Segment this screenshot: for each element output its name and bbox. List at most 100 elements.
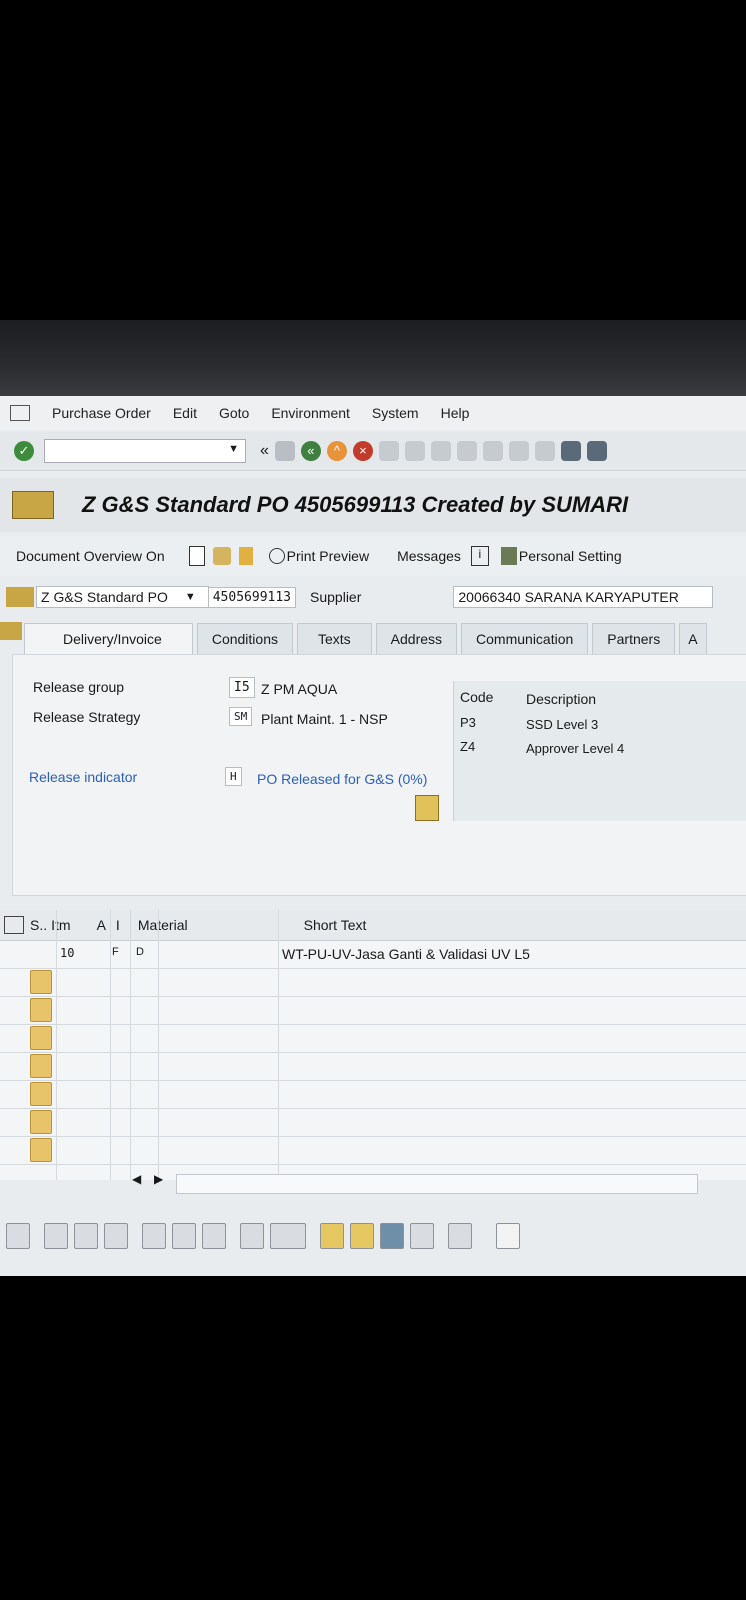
personal-setting-icon[interactable] (500, 547, 517, 565)
unlock-icon[interactable] (202, 1223, 226, 1249)
col-material-header[interactable]: Material (138, 917, 188, 933)
table-row[interactable] (0, 1080, 746, 1109)
new-document-icon[interactable] (188, 546, 205, 566)
layout-icon[interactable] (4, 916, 24, 934)
release-indicator-label[interactable]: Release indicator (29, 769, 137, 785)
cancel-icon[interactable]: × (352, 441, 373, 461)
short-text[interactable]: WT-PU-UV-Jasa Ganti & Validasi UV L5 (282, 946, 530, 962)
tab-delivery-invoice[interactable]: Delivery/Invoice (24, 623, 193, 654)
last-page-icon[interactable] (534, 441, 555, 461)
col-a-header[interactable]: A (97, 917, 106, 933)
menu-environment[interactable]: Environment (271, 405, 350, 421)
tab-more[interactable]: A (679, 623, 707, 654)
tab-address[interactable]: Address (375, 623, 458, 654)
row-selector[interactable] (30, 942, 50, 964)
collapse-header-icon[interactable] (0, 622, 22, 640)
table-row[interactable] (0, 1136, 746, 1165)
item-details-icon[interactable] (6, 1223, 30, 1249)
row-selector[interactable] (30, 1110, 52, 1134)
row-selector[interactable] (30, 1138, 52, 1162)
scroll-right-icon[interactable]: ▶ (154, 1172, 163, 1186)
table-row[interactable] (0, 968, 746, 997)
chevron-down-icon[interactable]: ▼ (185, 591, 196, 603)
menu-icon[interactable] (10, 405, 30, 421)
exit-icon[interactable]: ^ (326, 441, 347, 461)
doc-type-select[interactable]: Z G&S Standard PO (36, 586, 209, 608)
po-header-row: Z G&S Standard PO ▼ 4505699113 Supplier … (0, 580, 746, 614)
document-overview-button[interactable]: Document Overview On (16, 548, 165, 564)
horizontal-scrollbar[interactable] (176, 1174, 698, 1194)
account-assignment-icon[interactable] (270, 1223, 306, 1249)
supplier-field[interactable]: 20066340 SARANA KARYAPUTER (453, 586, 714, 608)
tab-texts[interactable]: Texts (296, 623, 372, 654)
prev-page-icon[interactable] (482, 441, 503, 461)
table-row[interactable] (0, 1052, 746, 1081)
release-options-icon[interactable] (415, 795, 439, 821)
print-preview-icon[interactable] (268, 548, 285, 564)
collapse-button[interactable]: « (260, 442, 269, 460)
item-number[interactable]: 10 (60, 946, 74, 960)
lock-icon[interactable] (172, 1223, 196, 1249)
release-strategy-code[interactable]: SM (229, 707, 253, 726)
row-selector[interactable] (30, 970, 52, 994)
row-selector[interactable] (30, 998, 52, 1022)
first-page-icon[interactable] (456, 441, 477, 461)
new-session-icon[interactable] (560, 441, 581, 461)
other-document-icon[interactable] (238, 547, 253, 565)
deselect-all-icon[interactable] (104, 1223, 128, 1249)
info-icon[interactable]: i (470, 546, 489, 566)
table-row[interactable] (0, 996, 746, 1025)
col-i-header[interactable]: I (116, 917, 120, 933)
find-next-icon[interactable] (430, 441, 451, 461)
col-short-text-header[interactable]: Short Text (304, 917, 367, 933)
inquiry-icon[interactable] (448, 1223, 472, 1249)
row-selector[interactable] (30, 1082, 52, 1106)
item-category[interactable]: D (136, 946, 144, 958)
tab-communication[interactable]: Communication (461, 623, 589, 654)
release-strategy-label: Release Strategy (33, 709, 141, 725)
account-assignment[interactable]: F (112, 946, 119, 958)
document-icon[interactable] (496, 1223, 520, 1249)
menu-help[interactable]: Help (441, 405, 470, 421)
back-icon[interactable]: « (300, 441, 321, 461)
menu-goto[interactable]: Goto (219, 405, 249, 421)
filter-icon[interactable] (380, 1223, 404, 1249)
sort-descending-icon[interactable] (350, 1223, 374, 1249)
table-row[interactable]: 10 F D WT-PU-UV-Jasa Ganti & Validasi UV… (0, 940, 746, 969)
select-all-icon[interactable] (74, 1223, 98, 1249)
next-page-icon[interactable] (508, 441, 529, 461)
add-details-icon[interactable] (44, 1223, 68, 1249)
copy-icon[interactable] (240, 1223, 264, 1249)
menu-purchase-order[interactable]: Purchase Order (52, 405, 151, 421)
settings-icon[interactable] (410, 1223, 434, 1249)
chevron-down-icon[interactable]: ▼ (228, 443, 239, 455)
table-row[interactable] (0, 1024, 746, 1053)
menu-edit[interactable]: Edit (173, 405, 197, 421)
print-icon[interactable] (378, 441, 399, 461)
scroll-left-icon[interactable]: ◀ (132, 1172, 141, 1186)
release-group-desc: Z PM AQUA (261, 681, 338, 697)
tab-partners[interactable]: Partners (592, 623, 676, 654)
release-indicator-code[interactable]: H (225, 767, 242, 786)
enter-check-icon[interactable]: ✓ (14, 441, 34, 461)
command-field[interactable]: ▼ (44, 439, 246, 463)
col-status-header[interactable]: S.. (30, 917, 47, 933)
print-preview-button[interactable]: Print Preview (287, 548, 369, 564)
menu-system[interactable]: System (372, 405, 419, 421)
shortcut-icon[interactable] (586, 441, 607, 461)
release-group-code[interactable]: I5 (229, 677, 255, 698)
tab-conditions[interactable]: Conditions (196, 623, 293, 654)
po-number-field[interactable]: 4505699113 (207, 586, 297, 608)
save-icon[interactable] (274, 441, 295, 461)
find-icon[interactable] (404, 441, 425, 461)
col-item-header[interactable]: Itm (51, 917, 70, 933)
row-selector[interactable] (30, 1054, 52, 1078)
messages-button[interactable]: Messages (397, 548, 461, 564)
display-change-icon[interactable] (212, 547, 231, 565)
sort-ascending-icon[interactable] (320, 1223, 344, 1249)
row-selector[interactable] (30, 1026, 52, 1050)
personal-setting-button[interactable]: Personal Setting (519, 548, 622, 564)
table-row[interactable] (0, 1108, 746, 1137)
delete-icon[interactable] (142, 1223, 166, 1249)
doc-type-icon (6, 587, 34, 607)
